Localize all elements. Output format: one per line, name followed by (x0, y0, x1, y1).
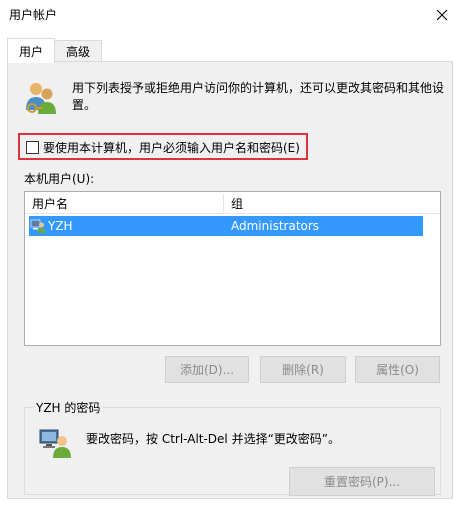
user-icon (30, 219, 46, 233)
users-tab-panel: 用下列表授予或拒绝用户访问你的计算机，还可以更改其密码和其他设置。 要使用本计算… (7, 61, 453, 499)
table-header: 用户名 组 (25, 192, 440, 214)
close-button[interactable] (425, 0, 459, 30)
tab-advanced-label: 高级 (65, 45, 90, 59)
add-user-button[interactable]: 添加(D)... (165, 356, 249, 383)
properties-button[interactable]: 属性(O) (355, 356, 440, 383)
remove-user-button[interactable]: 删除(R) (260, 356, 346, 383)
require-login-highlight: 要使用本计算机，用户必须输入用户名和密码(E) (18, 133, 308, 160)
users-table[interactable]: 用户名 组 YZH Administrators (24, 191, 441, 346)
table-row[interactable]: YZH Administrators (29, 216, 423, 236)
column-divider (223, 194, 224, 212)
require-login-label[interactable]: 要使用本计算机，用户必须输入用户名和密码(E) (43, 139, 300, 156)
window-title: 用户帐户 (9, 8, 58, 22)
password-group-title: YZH 的密码 (33, 399, 104, 416)
tab-advanced[interactable]: 高级 (54, 40, 102, 62)
users-icon (26, 83, 56, 114)
local-users-label: 本机用户(U): (24, 172, 95, 186)
title-bar: 用户帐户 (0, 0, 459, 30)
close-icon (436, 9, 448, 21)
tab-users-label: 用户 (18, 44, 43, 59)
require-login-checkbox[interactable] (26, 141, 39, 154)
column-header-group[interactable]: 组 (231, 195, 243, 212)
password-instruction-text: 要改密码，按 Ctrl-Alt-Del 并选择“更改密码”。 (86, 432, 341, 446)
cell-username: YZH (48, 219, 73, 233)
column-header-username[interactable]: 用户名 (32, 195, 68, 212)
intro-text: 用下列表授予或拒绝用户访问你的计算机，还可以更改其密码和其他设置。 (72, 81, 445, 112)
password-groupbox: YZH 的密码 要改密码，按 Ctrl-Alt-Del 并选择“更改密码”。 重… (24, 399, 441, 496)
reset-password-button[interactable]: 重置密码(P)... (289, 467, 435, 496)
tab-users[interactable]: 用户 (7, 38, 55, 63)
password-user-icon (39, 429, 71, 458)
cell-group: Administrators (231, 219, 320, 233)
